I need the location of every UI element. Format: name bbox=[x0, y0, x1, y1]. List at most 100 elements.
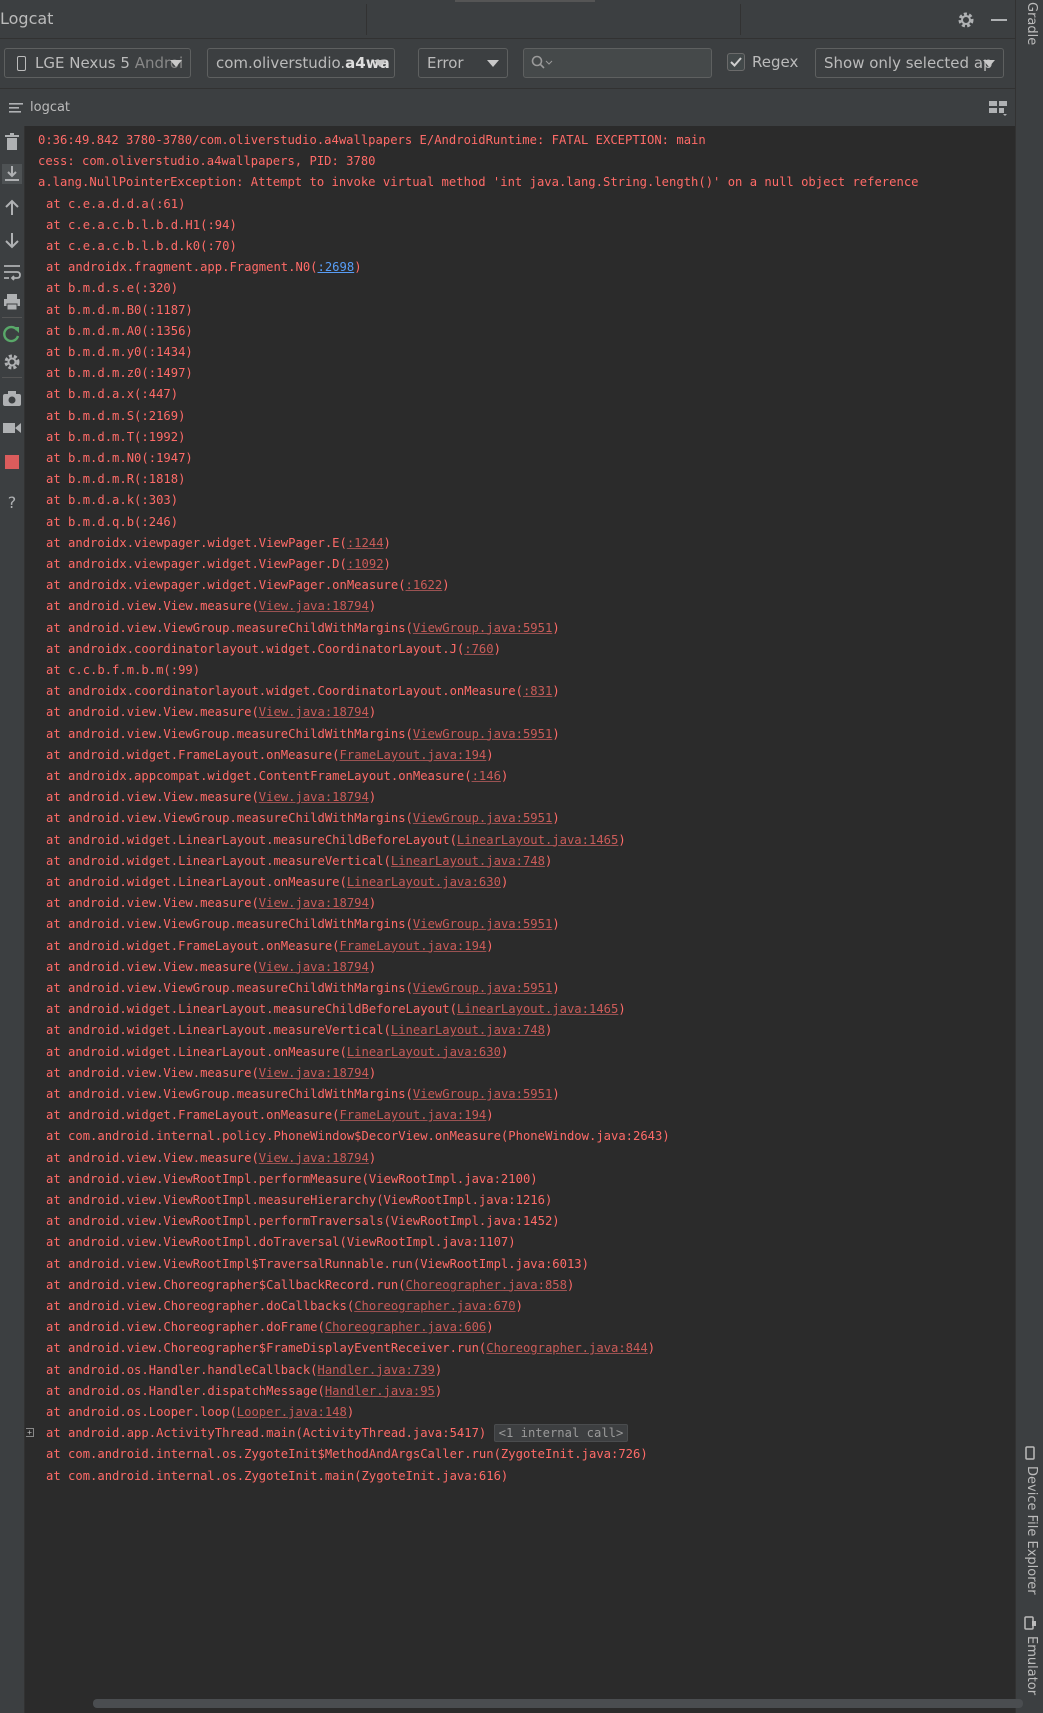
stack-frame: at android.view.ViewRootImpl.performMeas… bbox=[46, 1169, 538, 1189]
source-link[interactable]: Choreographer.java:670 bbox=[354, 1299, 515, 1313]
emulator-tab[interactable]: Emulator bbox=[1016, 1616, 1043, 1695]
frame-prefix: at bbox=[46, 747, 69, 762]
frame-prefix: at bbox=[46, 1108, 69, 1123]
frame-tail: :1947) bbox=[148, 451, 193, 465]
stack-frame: at android.view.ViewRootImpl.doTraversal… bbox=[46, 1232, 516, 1252]
stack-frame: at b.m.d.m.T(:1992) bbox=[46, 427, 185, 447]
frame-tail: ) bbox=[486, 938, 494, 953]
source-link[interactable]: :1092 bbox=[347, 557, 384, 571]
source-link[interactable]: :1244 bbox=[347, 536, 384, 550]
source-link[interactable]: FrameLayout.java:194 bbox=[340, 1108, 487, 1122]
source-link[interactable]: View.java:18794 bbox=[259, 896, 369, 910]
source-link[interactable]: Choreographer.java:844 bbox=[486, 1341, 647, 1355]
search-input[interactable] bbox=[523, 48, 712, 78]
source-link[interactable]: Looper.java:148 bbox=[237, 1405, 347, 1419]
filter-dropdown[interactable]: Show only selected ap bbox=[815, 48, 1004, 78]
frame-prefix: at bbox=[46, 1299, 69, 1313]
frame-tail: ) bbox=[515, 1299, 523, 1313]
gradle-tab[interactable]: Gradle bbox=[1016, 2, 1043, 45]
source-link[interactable]: :2698 bbox=[318, 260, 355, 274]
source-link[interactable]: :760 bbox=[464, 642, 493, 656]
source-link[interactable]: ViewGroup.java:5951 bbox=[413, 811, 552, 825]
source-link[interactable]: View.java:18794 bbox=[259, 705, 369, 719]
source-link[interactable]: LinearLayout.java:630 bbox=[347, 1045, 501, 1059]
source-link[interactable]: View.java:18794 bbox=[259, 1151, 369, 1165]
logcat-header: logcat bbox=[0, 88, 1015, 126]
source-link[interactable]: LinearLayout.java:1465 bbox=[457, 1002, 618, 1016]
frame-prefix: at bbox=[46, 514, 69, 529]
process-dropdown[interactable]: com.oliverstudio.a4wa bbox=[207, 48, 395, 78]
stop-icon[interactable] bbox=[2, 452, 22, 472]
source-link[interactable]: Handler.java:95 bbox=[325, 1384, 435, 1398]
frame-prefix: at bbox=[46, 1362, 69, 1377]
source-link[interactable]: ViewGroup.java:5951 bbox=[413, 1087, 552, 1101]
frame-tail: ) bbox=[368, 959, 377, 974]
settings-icon[interactable] bbox=[2, 352, 22, 372]
log-output[interactable]: 0:36:49.842 3780-3780/com.oliverstudio.a… bbox=[26, 126, 1015, 1694]
log-level-dropdown[interactable]: Error bbox=[418, 48, 508, 78]
camera-icon[interactable] bbox=[2, 388, 22, 408]
arrow-down-icon[interactable] bbox=[2, 230, 22, 250]
frame-method: android.view.ViewRootImpl.performMeasure… bbox=[68, 1171, 538, 1186]
frame-method: android.view.ViewRootImpl.doTraversal(Vi… bbox=[68, 1235, 516, 1250]
restart-icon[interactable] bbox=[2, 324, 22, 344]
help-icon[interactable]: ? bbox=[2, 492, 22, 512]
source-link[interactable]: LinearLayout.java:748 bbox=[391, 1023, 545, 1037]
print-icon[interactable] bbox=[2, 292, 22, 312]
source-link[interactable]: View.java:18794 bbox=[259, 599, 369, 613]
frame-method: b.m.d.m.B0( bbox=[68, 302, 149, 317]
minimize-icon[interactable] bbox=[988, 9, 1010, 31]
source-link[interactable]: Handler.java:739 bbox=[318, 1363, 435, 1377]
stack-frame: at b.m.d.m.N0(:1947) bbox=[46, 448, 193, 468]
soft-wrap-icon[interactable] bbox=[2, 262, 22, 282]
frame-prefix: at bbox=[46, 302, 69, 317]
frame-prefix: at bbox=[46, 1065, 69, 1080]
frame-tail: ) bbox=[368, 1150, 377, 1165]
stack-frame: at androidx.coordinatorlayout.widget.Coo… bbox=[46, 681, 560, 701]
source-link[interactable]: FrameLayout.java:194 bbox=[340, 939, 487, 953]
source-link[interactable]: ViewGroup.java:5951 bbox=[413, 727, 552, 741]
arrow-up-icon[interactable] bbox=[2, 198, 22, 218]
internal-calls-chip[interactable]: <1 internal call> bbox=[493, 1424, 629, 1443]
layout-icon[interactable] bbox=[988, 99, 1008, 117]
device-dropdown[interactable]: LGE Nexus 5 Androi bbox=[4, 48, 191, 78]
stack-frame: at android.widget.FrameLayout.onMeasure(… bbox=[46, 936, 494, 956]
frame-method: androidx.viewpager.widget.ViewPager.E( bbox=[68, 535, 347, 550]
regex-checkbox[interactable] bbox=[727, 53, 745, 71]
frame-method: b.m.d.a.x( bbox=[68, 387, 142, 402]
gear-icon[interactable] bbox=[955, 9, 977, 31]
source-link[interactable]: ViewGroup.java:5951 bbox=[413, 621, 552, 635]
source-link[interactable]: :1622 bbox=[406, 578, 443, 592]
video-icon[interactable] bbox=[2, 418, 22, 438]
device-file-explorer-tab[interactable]: Device File Explorer bbox=[1016, 1446, 1043, 1595]
source-link[interactable]: View.java:18794 bbox=[259, 790, 369, 804]
stack-frame: at android.view.Choreographer.doCallback… bbox=[46, 1296, 523, 1316]
frame-method: android.view.View.measure( bbox=[68, 1150, 259, 1165]
scroll-to-end-icon[interactable] bbox=[2, 164, 22, 184]
frame-prefix: at bbox=[46, 981, 69, 995]
frame-prefix: at bbox=[46, 260, 69, 275]
log-level-value: Error bbox=[427, 54, 464, 72]
source-link[interactable]: LinearLayout.java:630 bbox=[347, 875, 501, 889]
source-link[interactable]: ViewGroup.java:5951 bbox=[413, 917, 552, 931]
source-link[interactable]: LinearLayout.java:1465 bbox=[457, 833, 618, 847]
source-link[interactable]: LinearLayout.java:748 bbox=[391, 854, 545, 868]
stack-frame: at android.widget.LinearLayout.measureVe… bbox=[46, 1020, 552, 1040]
source-link[interactable]: :831 bbox=[523, 684, 552, 698]
source-link[interactable]: View.java:18794 bbox=[259, 1066, 369, 1080]
right-tool-strip: Gradle Device File Explorer Emulator bbox=[1015, 0, 1043, 1713]
frame-tail: :320) bbox=[141, 281, 179, 296]
source-link[interactable]: View.java:18794 bbox=[259, 960, 369, 974]
expand-fold-icon[interactable]: + bbox=[26, 1428, 34, 1438]
frame-method: android.view.ViewGroup.measureChildWithM… bbox=[68, 726, 413, 741]
source-link[interactable]: FrameLayout.java:194 bbox=[340, 748, 487, 762]
trash-icon[interactable] bbox=[2, 132, 22, 152]
source-link[interactable]: :146 bbox=[472, 769, 501, 783]
source-link[interactable]: Choreographer.java:606 bbox=[325, 1320, 486, 1334]
frame-prefix: at bbox=[46, 472, 69, 487]
source-link[interactable]: ViewGroup.java:5951 bbox=[413, 981, 552, 995]
source-link[interactable]: Choreographer.java:858 bbox=[406, 1278, 567, 1292]
horizontal-scrollbar[interactable] bbox=[26, 1694, 1023, 1713]
stack-frame: at android.view.ViewGroup.measureChildWi… bbox=[46, 978, 560, 998]
scrollbar-thumb[interactable] bbox=[93, 1699, 1023, 1708]
